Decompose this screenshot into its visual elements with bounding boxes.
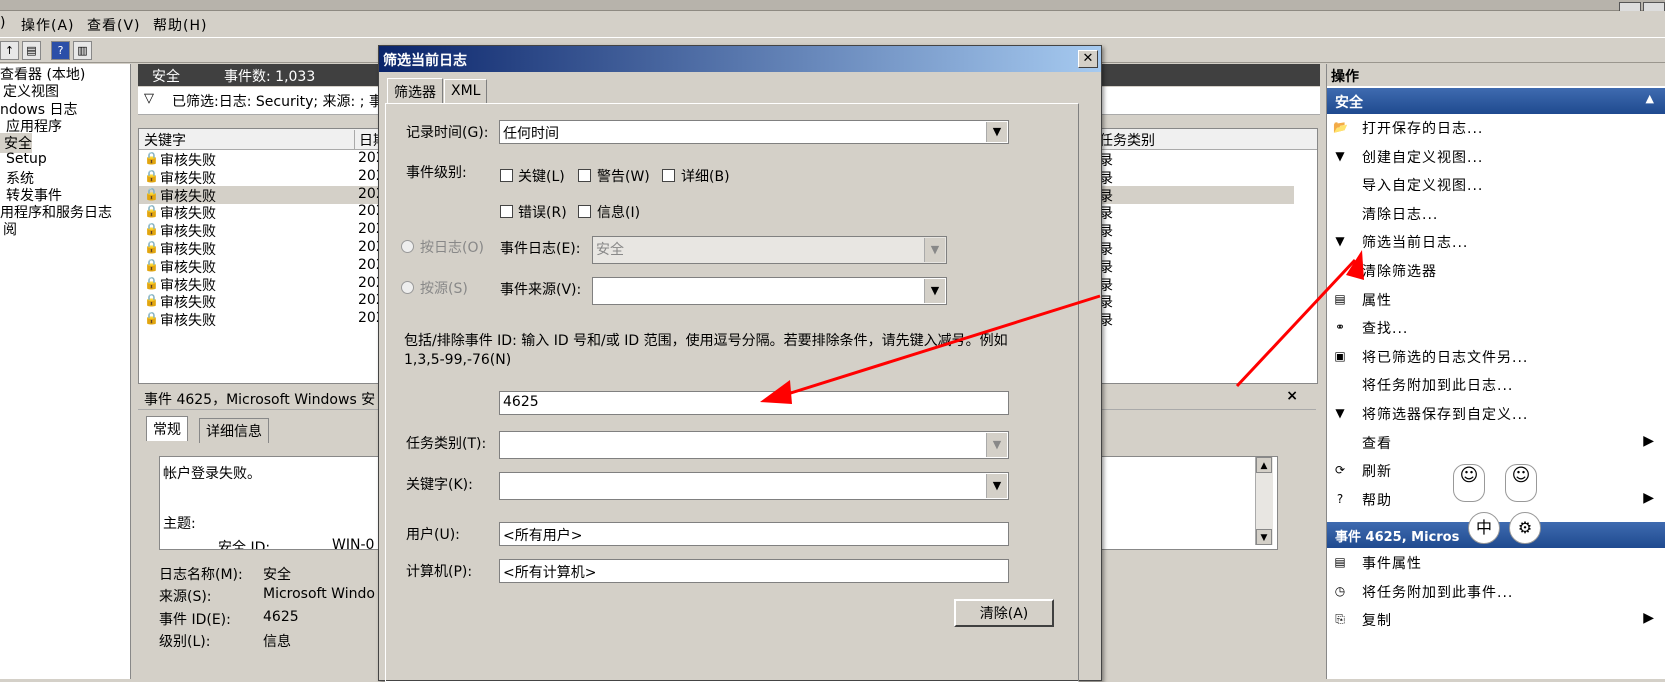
arrow-to-filter-action <box>1235 258 1357 388</box>
arrow-head <box>760 380 792 404</box>
annotation-arrows <box>760 250 1364 404</box>
arrow-to-event-id <box>777 294 1101 399</box>
